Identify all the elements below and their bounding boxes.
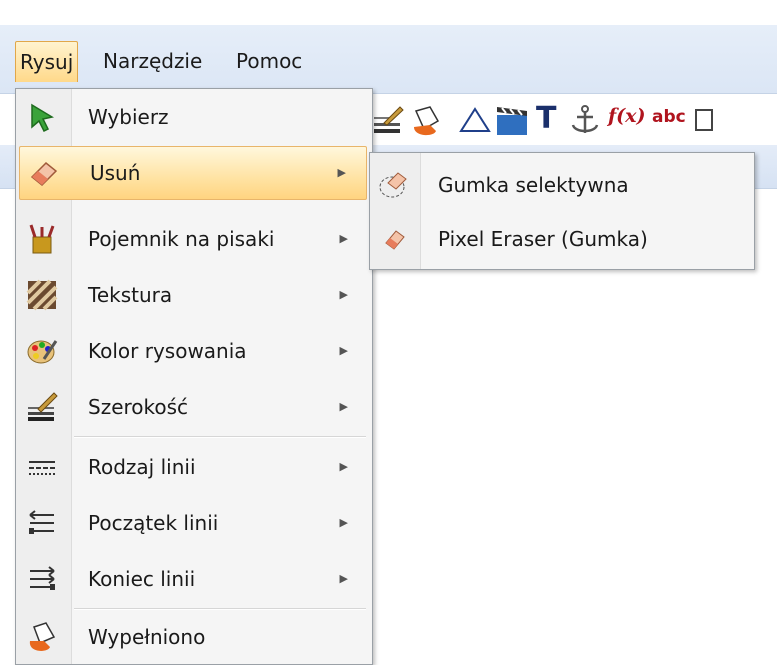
- menu-item-label: Szerokość: [88, 395, 189, 419]
- menu-item-line-end[interactable]: Koniec linii ▶: [18, 553, 368, 605]
- menu-rysuj[interactable]: Rysuj: [15, 41, 79, 82]
- submenu-arrow-icon: ▶: [339, 344, 348, 357]
- menu-item-label: Koniec linii: [88, 567, 196, 591]
- menu-item-filled[interactable]: Wypełniono: [18, 611, 368, 663]
- submenu-arrow-icon: ▶: [339, 232, 348, 245]
- line-type-icon: [29, 461, 55, 475]
- pen-holder-icon: [29, 224, 55, 254]
- menu-pomoc[interactable]: Pomoc: [232, 41, 306, 81]
- menu-bar: Rysuj Narzędzie Pomoc: [0, 25, 777, 94]
- menu-item-line-start[interactable]: Początek linii ▶: [18, 497, 368, 549]
- submenu-item-label: Gumka selektywna: [438, 173, 629, 197]
- selective-eraser-icon: [379, 172, 407, 198]
- menu-item-label: Rodzaj linii: [88, 455, 196, 479]
- palette-icon: [27, 340, 58, 364]
- select-arrow-icon: [31, 103, 54, 133]
- submenu-item-selective-eraser[interactable]: Gumka selektywna: [372, 159, 750, 211]
- submenu-arrow-icon: ▶: [339, 572, 348, 585]
- submenu-arrow-icon: ▶: [339, 400, 348, 413]
- drawing-toolbar: T f(x) abc: [370, 97, 777, 145]
- menu-item-erase[interactable]: Usuń ▶: [19, 146, 367, 200]
- menu-item-label: Początek linii: [88, 511, 219, 535]
- spellcheck-tool-icon[interactable]: abc: [652, 107, 686, 127]
- submenu-item-label: Pixel Eraser (Gumka): [438, 227, 648, 251]
- line-width-tool-icon[interactable]: [370, 103, 406, 137]
- menu-item-line-type[interactable]: Rodzaj linii ▶: [18, 441, 368, 493]
- line-width-icon: [28, 392, 58, 421]
- menu-item-label: Usuń: [90, 161, 141, 185]
- menu-item-label: Kolor rysowania: [88, 339, 247, 363]
- submenu-arrow-icon: ▶: [339, 460, 348, 473]
- submenu-item-pixel-eraser[interactable]: Pixel Eraser (Gumka): [372, 213, 750, 265]
- pixel-eraser-icon: [385, 230, 405, 250]
- line-end-icon: [30, 566, 55, 590]
- menu-narzedzie[interactable]: Narzędzie: [99, 41, 206, 81]
- menu-item-label: Pojemnik na pisaki: [88, 227, 275, 251]
- eraser-icon: [30, 161, 58, 187]
- submenu-arrow-icon: ▶: [339, 516, 348, 529]
- menu-separator: [74, 436, 366, 438]
- anchor-tool-icon[interactable]: [568, 103, 602, 139]
- menu-item-width[interactable]: Szerokość ▶: [18, 381, 368, 433]
- menu-item-texture[interactable]: Tekstura ▶: [18, 269, 368, 321]
- fill-tool-icon[interactable]: [410, 103, 446, 139]
- menu-item-select[interactable]: Wybierz: [18, 91, 368, 143]
- draw-menu-dropdown: Wybierz Usuń ▶ Pojemnik na pisaki ▶ Teks…: [15, 88, 373, 665]
- clapper-tool-icon[interactable]: [494, 103, 530, 137]
- menu-separator: [74, 608, 366, 610]
- menu-item-label: Wybierz: [88, 105, 169, 129]
- submenu-arrow-icon: ▶: [339, 288, 348, 301]
- menu-item-draw-color[interactable]: Kolor rysowania ▶: [18, 325, 368, 377]
- menu-item-label: Tekstura: [88, 283, 173, 307]
- window-top-area: [0, 0, 777, 25]
- fill-icon: [29, 622, 56, 651]
- erase-submenu: Gumka selektywna Pixel Eraser (Gumka): [369, 152, 755, 270]
- texture-icon: [26, 279, 58, 311]
- text-tool-icon[interactable]: T: [536, 101, 556, 136]
- more-tools-icon[interactable]: [695, 109, 713, 131]
- menu-item-pen-holder[interactable]: Pojemnik na pisaki ▶: [18, 213, 368, 265]
- triangle-tool-icon[interactable]: [458, 103, 492, 135]
- formula-tool-icon[interactable]: f(x): [608, 105, 645, 127]
- menu-item-label: Wypełniono: [88, 625, 206, 649]
- line-start-icon: [29, 510, 54, 534]
- submenu-arrow-icon: ▶: [337, 166, 346, 179]
